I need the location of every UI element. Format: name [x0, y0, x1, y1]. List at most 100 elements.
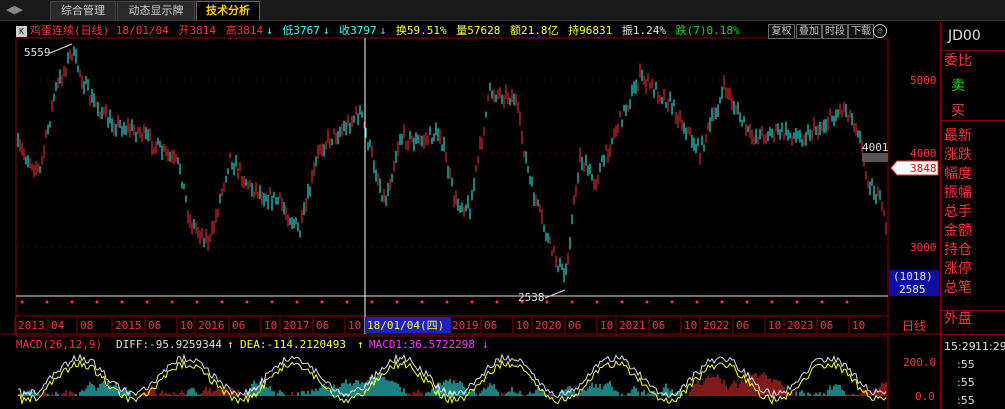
limit-up-label: 涨停	[944, 261, 972, 277]
close-arrow: ↓	[379, 24, 387, 37]
date-tick: 2017	[283, 319, 310, 332]
download-button[interactable]: 下载	[848, 24, 874, 39]
diff-arrow: ↑	[227, 338, 234, 351]
overlay-button[interactable]: 叠加	[796, 24, 822, 39]
volume: 量57628	[456, 24, 501, 37]
event-dot	[20, 300, 24, 304]
tick-3: :55	[957, 394, 975, 407]
date-tick: 10	[600, 319, 613, 332]
clock-icon[interactable]: ◷	[873, 24, 887, 38]
event-dot	[170, 300, 174, 304]
time-1: 15:29	[944, 340, 976, 353]
ask-label: 卖	[951, 78, 965, 94]
event-dot	[445, 300, 449, 304]
tab-dynamic-board[interactable]: 动态显示牌	[117, 1, 195, 20]
last-label: 最新	[944, 128, 972, 144]
bid-label: 买	[951, 103, 965, 119]
event-dot	[195, 300, 199, 304]
tick-1: :55	[957, 358, 975, 371]
date-tick: 10	[264, 319, 277, 332]
macd-dea: DEA:-114.2120493	[240, 338, 346, 351]
low-marker-line	[544, 289, 566, 299]
total-volume-label: 总手	[944, 204, 972, 220]
date-tick: 06	[568, 319, 581, 332]
macd-axis-0: 0.0	[915, 390, 935, 403]
cursor-date: 18/01/04(四)	[367, 319, 444, 332]
quote-header: K 鸡蛋连续(日线) 18/01/04 开3814 高3814 ↓ 低3767 ↓ 收…	[16, 23, 888, 39]
event-dot	[595, 300, 599, 304]
event-dot	[70, 300, 74, 304]
date-tick: 04	[51, 319, 65, 332]
date-tick: 2016	[198, 319, 225, 332]
tab-technical-analysis[interactable]: 技术分析	[196, 1, 260, 20]
event-dot	[470, 300, 474, 304]
open-interest-label: 持仓	[944, 242, 972, 258]
event-dot	[270, 300, 274, 304]
instrument-title: 鸡蛋连续(日线) 18/01/04	[30, 24, 169, 37]
event-dot	[220, 300, 224, 304]
date-tick: 06	[148, 319, 161, 332]
event-dot	[770, 300, 774, 304]
macd-diff: DIFF:-95.9259344	[116, 338, 222, 351]
scale-box-bottom: 2585	[899, 283, 926, 296]
event-dot	[695, 300, 699, 304]
trading-app: ◀▶ 综合管理 动态显示牌 技术分析 5559 2538 4001 5000 4…	[0, 0, 1005, 409]
date-tick: 10	[852, 319, 865, 332]
date-tick: 2020	[535, 319, 562, 332]
macd-label: MACD(26,12,9)	[16, 338, 102, 351]
event-dot	[495, 300, 499, 304]
low-marker: 2538	[518, 291, 545, 304]
outer-volume-label: 外盘	[944, 311, 972, 327]
price-label-4000: 4000	[910, 147, 937, 160]
event-dot	[845, 300, 849, 304]
event-dot	[145, 300, 149, 304]
kline-icon[interactable]: K	[16, 25, 27, 37]
date-tick: 10	[180, 319, 193, 332]
total-trades-label: 总笔	[944, 280, 972, 296]
pct-change-label: 幅度	[944, 166, 972, 182]
date-tick: 2023	[787, 319, 814, 332]
close-price: 收3797	[339, 24, 377, 37]
bid-ask-ratio-label: 委比	[944, 53, 972, 69]
high-marker-line	[49, 43, 73, 54]
dea-arrow: ↑	[357, 338, 364, 351]
tab-overview[interactable]: 综合管理	[50, 1, 116, 20]
menu-icon[interactable]: ◀▶	[6, 3, 23, 16]
date-tick: 06	[232, 319, 245, 332]
price-panel-frame	[15, 37, 889, 337]
event-markers	[20, 300, 849, 304]
date-tick: 2013	[18, 319, 45, 332]
time-2: 11:29	[975, 340, 1005, 353]
date-tick: 08	[80, 319, 93, 332]
current-marker: 4001	[862, 141, 889, 154]
macd-macd1: MACD1:36.5722298	[369, 338, 475, 351]
event-dot	[645, 300, 649, 304]
event-dot	[420, 300, 424, 304]
date-tick: 06	[652, 319, 665, 332]
event-dot	[295, 300, 299, 304]
amplitude: 振1.24%	[621, 24, 666, 37]
date-tick: 06	[736, 319, 749, 332]
high-price: 高3814	[225, 24, 264, 37]
change: 跌(7)0.18%	[675, 24, 740, 37]
amount-label: 金额	[944, 223, 972, 239]
adjust-button[interactable]: 复权	[768, 24, 795, 39]
macd-axis-200: 200.0	[903, 356, 936, 369]
event-dot	[245, 300, 249, 304]
change-label: 涨跌	[944, 147, 972, 163]
event-dot	[745, 300, 749, 304]
quote-panel: 委比 卖 买 最新 涨跌 幅度 振幅 总手 金额 持仓 涨停 总笔 外盘 15:…	[940, 22, 1005, 409]
timeframe-button[interactable]: 时段	[822, 24, 848, 39]
event-dot	[370, 300, 374, 304]
macd1-arrow: ↓	[482, 338, 489, 351]
event-dot	[570, 300, 574, 304]
date-tick: 10	[684, 319, 697, 332]
event-dot	[95, 300, 99, 304]
date-tick: 06	[484, 319, 497, 332]
chart-area[interactable]: 5559 2538 4001 5000 4000 3000 3848 (1018…	[0, 22, 940, 409]
tab-bar: ◀▶ 综合管理 动态显示牌 技术分析	[0, 0, 1005, 21]
price-label-5000: 5000	[910, 74, 937, 87]
event-dot	[45, 300, 49, 304]
event-dot	[820, 300, 824, 304]
high-marker: 5559	[24, 46, 51, 59]
